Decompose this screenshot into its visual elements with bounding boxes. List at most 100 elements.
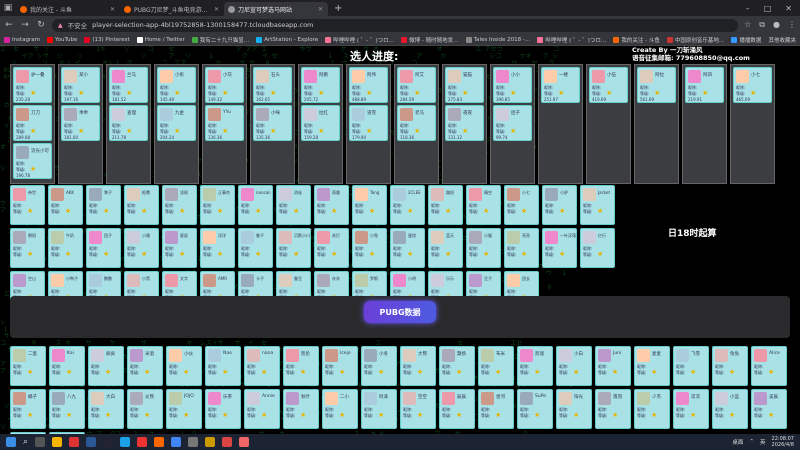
windows-start-icon[interactable] (6, 437, 16, 447)
clock[interactable]: 22:08:07 2026/4/8 (772, 436, 794, 448)
player-card[interactable]: 团子 昵称: 等级: ★ (86, 228, 121, 268)
bookmark-item[interactable]: 哔哩哔哩 ( ゜- ゜)つロ… (537, 36, 606, 44)
app-icon-4[interactable] (188, 437, 198, 447)
player-card[interactable]: 少杰 昵称: 等级: ★ (634, 389, 670, 429)
bookmark-item[interactable]: Home / Twitter (137, 36, 185, 44)
window-menu-icon[interactable]: ▣ (0, 0, 16, 16)
player-card[interactable]: nansan 昵称: 等级: ★ (238, 185, 273, 225)
player-card[interactable]: 阿鹏 昵称: 等级: ★ 205.72 (301, 67, 340, 103)
profile-icon[interactable]: ● (773, 20, 780, 30)
player-card[interactable]: 小伍 昵称: 等级: ★ 419.69 (589, 67, 628, 103)
player-card[interactable]: 阿拉 昵称: 等级: ★ 561.69 (637, 67, 676, 103)
player-card[interactable]: 团子 昵称: 等级: ★ 99.74 (493, 105, 532, 141)
close-window-button[interactable]: ✕ (785, 4, 792, 13)
bookmark-item[interactable]: 中国原创音乐基地… (667, 36, 725, 44)
player-card[interactable]: 枪鹰 昵称: 等级: ★ (124, 185, 159, 225)
player-card[interactable]: 沉默小川 昵称: 等级: ★ (276, 228, 311, 268)
edge-icon[interactable] (120, 437, 130, 447)
player-card[interactable]: 刀刀 昵称: 等级: ★ 289.08 (13, 105, 52, 141)
player-card[interactable]: 凌佩 昵称: 等级: ★ (162, 185, 197, 225)
menu-icon[interactable]: ⋮ (788, 20, 796, 30)
player-card[interactable]: 凉凉 昵称: 等级: ★ (673, 389, 709, 429)
new-tab-button[interactable]: + (334, 3, 342, 14)
player-card[interactable]: 美辰 昵称: 等级: ★ (751, 389, 787, 429)
bookmark-item[interactable]: (13) Pinterest (84, 36, 129, 44)
player-card[interactable]: 米酒 昵称: 等级: ★ (127, 346, 163, 386)
player-card[interactable]: 路阳 昵称: 等级: ★ (428, 185, 463, 225)
close-tab-icon[interactable]: ✕ (318, 6, 324, 13)
player-card[interactable]: 二蛋 昵称: 等级: ★ (10, 346, 46, 386)
player-card[interactable]: 落羽 昵称: 等级: ★ (595, 389, 631, 429)
bookmark-item[interactable]: 哔哩哔哩 ( ゜- ゜)つロ… (325, 36, 394, 44)
player-card[interactable]: 阳光 昵称: 等级: ★ (556, 389, 592, 429)
player-card[interactable]: 凯瑞 昵称: 等级: ★ (517, 346, 553, 386)
player-card[interactable]: 道雪 昵称: 等级: ★ 179.90 (349, 105, 388, 141)
steam-icon[interactable] (103, 437, 113, 447)
player-card[interactable]: 小蓝 昵称: 等级: ★ (712, 389, 748, 429)
player-card[interactable]: 雨晨 昵称: 等级: ★ (314, 185, 349, 225)
bookmark-item[interactable]: YouTube (47, 36, 77, 44)
url-text[interactable]: player-selection-app-4bl19752858-1300158… (92, 21, 313, 29)
player-card[interactable]: 飘扬 昵称: 等级: ★ (439, 346, 475, 386)
player-card[interactable]: 小雅 昵称: 等级: ★ (124, 228, 159, 268)
player-card[interactable]: 九金 昵称: 等级: ★ 204.24 (157, 105, 196, 141)
player-card[interactable]: 亿行 昵称: 等级: ★ (580, 228, 615, 268)
player-card[interactable]: 小驴 昵称: 等级: ★ (542, 185, 577, 225)
player-card[interactable]: 炎熊 昵称: 等级: ★ (127, 389, 163, 429)
bookmark-item[interactable]: Instagram (4, 36, 40, 44)
player-card[interactable]: 阿四 昵称: 等级: ★ 219.91 (685, 67, 724, 103)
player-card[interactable]: 大熊 昵称: 等级: ★ (400, 346, 436, 386)
player-card[interactable]: AKK 昵称: 等级: ★ (48, 185, 83, 225)
player-card[interactable]: Alice 昵称: 等级: ★ (751, 346, 787, 386)
player-card[interactable]: 飞雪 昵称: 等级: ★ (673, 346, 709, 386)
close-tab-icon[interactable]: ✕ (214, 6, 220, 13)
player-card[interactable]: 小七 昵称: 等级: ★ 465.09 (733, 67, 772, 103)
player-card[interactable]: 布米 昵称: 等级: ★ (478, 346, 514, 386)
forward-icon[interactable]: → (20, 20, 30, 30)
player-card[interactable]: nana 昵称: 等级: ★ (244, 346, 280, 386)
address-bar[interactable]: ▲ 不安全 player-selection-app-4bl19752858-1… (52, 19, 738, 32)
player-card[interactable]: 星河 昵称: 等级: ★ (478, 389, 514, 429)
player-card[interactable]: 麦麦 昵称: 等级: ★ (634, 346, 670, 386)
player-card[interactable]: 阿艾 昵称: 等级: ★ 284.59 (397, 67, 436, 103)
douyu-icon[interactable] (154, 437, 164, 447)
chrome-icon[interactable] (171, 437, 181, 447)
player-card[interactable]: YYu 昵称: 等级: ★ 136.36 (205, 105, 244, 141)
player-card[interactable]: 凯伦 昵称: 等级: ★ (283, 346, 319, 386)
player-card[interactable]: Juni 昵称: 等级: ★ (595, 346, 631, 386)
bookmark-item[interactable]: 我有二十九只猫显… (192, 36, 250, 44)
player-card[interactable]: 2CLEE 昵称: 等级: ★ (390, 185, 425, 225)
browser-tab[interactable]: 我的关注 - 斗鱼 ✕ (16, 2, 120, 16)
player-card[interactable]: 小兔 昵称: 等级: ★ (352, 228, 387, 268)
player-card[interactable]: 小灰 昵称: 等级: ★ 149.32 (205, 67, 244, 103)
player-card[interactable]: 苏打 昵称: 等级: ★ (314, 228, 349, 268)
app-icon-3[interactable] (137, 437, 147, 447)
player-card[interactable]: 帝世 昵称: 等级: ★ (10, 185, 45, 225)
language-indicator[interactable]: 英 (760, 438, 766, 446)
player-card[interactable]: 小伙 昵称: 等级: ★ (166, 346, 202, 386)
extensions-icon[interactable]: ⧉ (759, 20, 765, 30)
player-card[interactable]: 流光小可 昵称: 等级: ★ 196.78 (13, 143, 52, 179)
player-card[interactable]: 拉红 昵称: 等级: ★ 159.28 (301, 105, 340, 141)
player-card[interactable]: 石头 昵称: 等级: ★ 162.05 (253, 67, 292, 103)
player-card[interactable]: 小小 昵称: 等级: ★ 396.85 (493, 67, 532, 103)
maximize-button[interactable]: □ (764, 4, 772, 13)
player-card[interactable]: 一楼 昵称: 等级: ★ 251.97 (541, 67, 580, 103)
player-card[interactable]: JOJO 昵称: 等级: ★ (166, 389, 202, 429)
minimize-button[interactable]: – (746, 4, 750, 13)
player-card[interactable]: 大白 昵称: 等级: ★ (88, 389, 124, 429)
player-card[interactable]: 小冬 昵称: 等级: ★ (361, 346, 397, 386)
browser-tab[interactable]: PUBG刀尼梦_斗鱼电竞游戏直播✕ (120, 2, 224, 16)
player-card[interactable]: 消炭 昵称: 等级: ★ (276, 185, 311, 225)
browser-tab[interactable]: 刀尼宣可梦选马网站 ✕ (224, 2, 328, 16)
app-icon-5[interactable] (205, 437, 215, 447)
player-card[interactable]: 老马 昵称: 等级: ★ 118.36 (397, 105, 436, 141)
player-card[interactable]: 查理 昵称: 等级: ★ 211.78 (109, 105, 148, 141)
reload-icon[interactable]: ↻ (36, 20, 46, 30)
app-icon-1[interactable] (69, 437, 79, 447)
player-card[interactable]: 洋洋 昵称: 等级: ★ (200, 228, 235, 268)
player-card[interactable]: 黎子 昵称: 等级: ★ (86, 185, 121, 225)
player-card[interactable]: 驴一叠 昵称: 等级: ★ 235.28 (13, 67, 52, 103)
player-card[interactable]: 兰马 昵称: 等级: ★ 181.52 (109, 67, 148, 103)
desktop-label[interactable]: 桌面 (732, 438, 743, 446)
